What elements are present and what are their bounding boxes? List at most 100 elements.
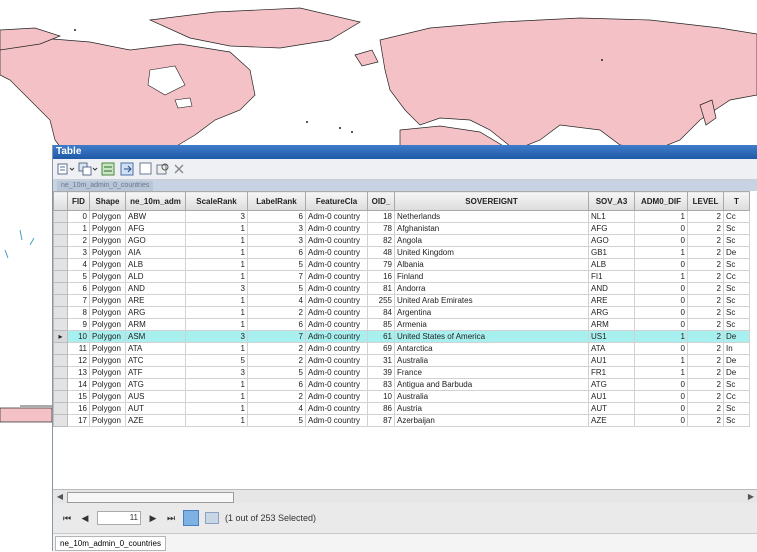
cell-oid[interactable]: 16 (367, 270, 395, 283)
cell-oid[interactable]: 255 (367, 294, 395, 307)
table-row[interactable]: 7 Polygon ARE 1 4 Adm-0 country 255 United Arab… (53, 294, 750, 307)
cell-dif[interactable]: 1 (634, 330, 688, 343)
row-selector[interactable] (53, 246, 68, 259)
cell-t[interactable]: Cc (723, 210, 750, 223)
map-view[interactable] (0, 0, 757, 160)
horizontal-scrollbar[interactable]: ◀ ▶ (53, 489, 757, 504)
cell-scale[interactable]: 1 (185, 342, 248, 355)
cell-sova3[interactable]: ARE (588, 294, 635, 307)
cell-t[interactable]: De (723, 366, 750, 379)
cell-label[interactable]: 6 (247, 210, 306, 223)
cell-scale[interactable]: 3 (185, 210, 248, 223)
table-row[interactable]: 16 Polygon AUT 1 4 Adm-0 country 86 Austria AUT 0… (53, 402, 750, 415)
cell-shape[interactable]: Polygon (89, 294, 126, 307)
cell-label[interactable]: 5 (247, 414, 306, 427)
cell-label[interactable]: 5 (247, 366, 306, 379)
cell-shape[interactable]: Polygon (89, 354, 126, 367)
row-selector[interactable] (53, 306, 68, 319)
cell-level[interactable]: 2 (687, 378, 724, 391)
cell-fcla[interactable]: Adm-0 country (305, 402, 368, 415)
cell-level[interactable]: 2 (687, 366, 724, 379)
table-row[interactable]: 1 Polygon AFG 1 3 Adm-0 country 78 Afghanistan A… (53, 222, 750, 235)
delete-icon[interactable] (173, 161, 185, 177)
cell-t[interactable]: De (723, 354, 750, 367)
table-row[interactable]: 6 Polygon AND 3 5 Adm-0 country 81 Andorra AND 0 2… (53, 282, 750, 295)
cell-sova3[interactable]: AU1 (588, 354, 635, 367)
related-tables-icon[interactable] (78, 161, 98, 177)
row-selector[interactable] (53, 366, 68, 379)
cell-fcla[interactable]: Adm-0 country (305, 318, 368, 331)
table-row[interactable]: 0 Polygon ABW 3 6 Adm-0 country 18 Netherlands N… (53, 210, 750, 223)
cell-label[interactable]: 2 (247, 354, 306, 367)
table-row[interactable]: 12 Polygon ATC 5 2 Adm-0 country 31 Australia AU… (53, 354, 750, 367)
cell-adm[interactable]: ATA (125, 342, 186, 355)
cell-t[interactable]: De (723, 246, 750, 259)
cell-oid[interactable]: 83 (367, 378, 395, 391)
cell-adm[interactable]: AND (125, 282, 186, 295)
row-selector[interactable] (53, 354, 68, 367)
cell-sova3[interactable]: ATG (588, 378, 635, 391)
cell-scale[interactable]: 3 (185, 282, 248, 295)
row-selector[interactable] (53, 282, 68, 295)
cell-fid[interactable]: 7 (67, 294, 90, 307)
cell-scale[interactable]: 1 (185, 294, 248, 307)
cell-fcla[interactable]: Adm-0 country (305, 270, 368, 283)
cell-sov[interactable]: Finland (394, 270, 589, 283)
cell-label[interactable]: 4 (247, 402, 306, 415)
cell-shape[interactable]: Polygon (89, 330, 126, 343)
scroll-left-icon[interactable]: ◀ (55, 492, 65, 502)
show-selected-records-icon[interactable] (205, 512, 219, 524)
cell-shape[interactable]: Polygon (89, 222, 126, 235)
cell-scale[interactable]: 1 (185, 414, 248, 427)
column-header-fid[interactable]: FID (67, 191, 90, 211)
cell-dif[interactable]: 0 (634, 402, 688, 415)
cell-label[interactable]: 6 (247, 378, 306, 391)
layer-tab[interactable]: ne_10m_admin_0_countries (55, 536, 166, 551)
cell-fcla[interactable]: Adm-0 country (305, 342, 368, 355)
cell-level[interactable]: 2 (687, 318, 724, 331)
cell-adm[interactable]: AFG (125, 222, 186, 235)
cell-fid[interactable]: 10 (67, 330, 90, 343)
cell-dif[interactable]: 1 (634, 210, 688, 223)
cell-oid[interactable]: 86 (367, 402, 395, 415)
cell-t[interactable]: Sc (723, 414, 750, 427)
table-row[interactable]: 9 Polygon ARM 1 6 Adm-0 country 85 Armenia ARM 0 2… (53, 318, 750, 331)
column-header-scalerank[interactable]: ScaleRank (185, 191, 248, 211)
cell-fcla[interactable]: Adm-0 country (305, 234, 368, 247)
tab-active-table[interactable]: ne_10m_admin_0_countries (57, 181, 154, 191)
cell-dif[interactable]: 1 (634, 270, 688, 283)
cell-sov[interactable]: Antigua and Barbuda (394, 378, 589, 391)
column-header-sov-a3[interactable]: SOV_A3 (588, 191, 635, 211)
cell-shape[interactable]: Polygon (89, 246, 126, 259)
row-selector[interactable]: ▸ (53, 330, 68, 343)
cell-fcla[interactable]: Adm-0 country (305, 366, 368, 379)
cell-level[interactable]: 2 (687, 390, 724, 403)
cell-oid[interactable]: 48 (367, 246, 395, 259)
cell-adm[interactable]: ATF (125, 366, 186, 379)
cell-label[interactable]: 7 (247, 270, 306, 283)
cell-t[interactable]: Sc (723, 318, 750, 331)
cell-adm[interactable]: ARE (125, 294, 186, 307)
cell-t[interactable]: In (723, 342, 750, 355)
cell-adm[interactable]: AIA (125, 246, 186, 259)
cell-scale[interactable]: 1 (185, 222, 248, 235)
cell-sov[interactable]: Australia (394, 354, 589, 367)
cell-dif[interactable]: 1 (634, 354, 688, 367)
row-selector[interactable] (53, 402, 68, 415)
column-header-sovereignt[interactable]: SOVEREIGNT (394, 191, 589, 211)
column-header-labelrank[interactable]: LabelRank (247, 191, 306, 211)
column-header-adm0-dif[interactable]: ADM0_DIF (634, 191, 688, 211)
cell-level[interactable]: 2 (687, 282, 724, 295)
cell-sova3[interactable]: ATA (588, 342, 635, 355)
cell-scale[interactable]: 1 (185, 402, 248, 415)
cell-fcla[interactable]: Adm-0 country (305, 306, 368, 319)
cell-t[interactable]: Sc (723, 282, 750, 295)
scroll-right-icon[interactable]: ▶ (746, 492, 756, 502)
cell-label[interactable]: 2 (247, 390, 306, 403)
cell-scale[interactable]: 1 (185, 270, 248, 283)
cell-sova3[interactable]: NL1 (588, 210, 635, 223)
cell-sov[interactable]: Afghanistan (394, 222, 589, 235)
cell-fcla[interactable]: Adm-0 country (305, 390, 368, 403)
cell-level[interactable]: 2 (687, 258, 724, 271)
cell-sova3[interactable]: GB1 (588, 246, 635, 259)
